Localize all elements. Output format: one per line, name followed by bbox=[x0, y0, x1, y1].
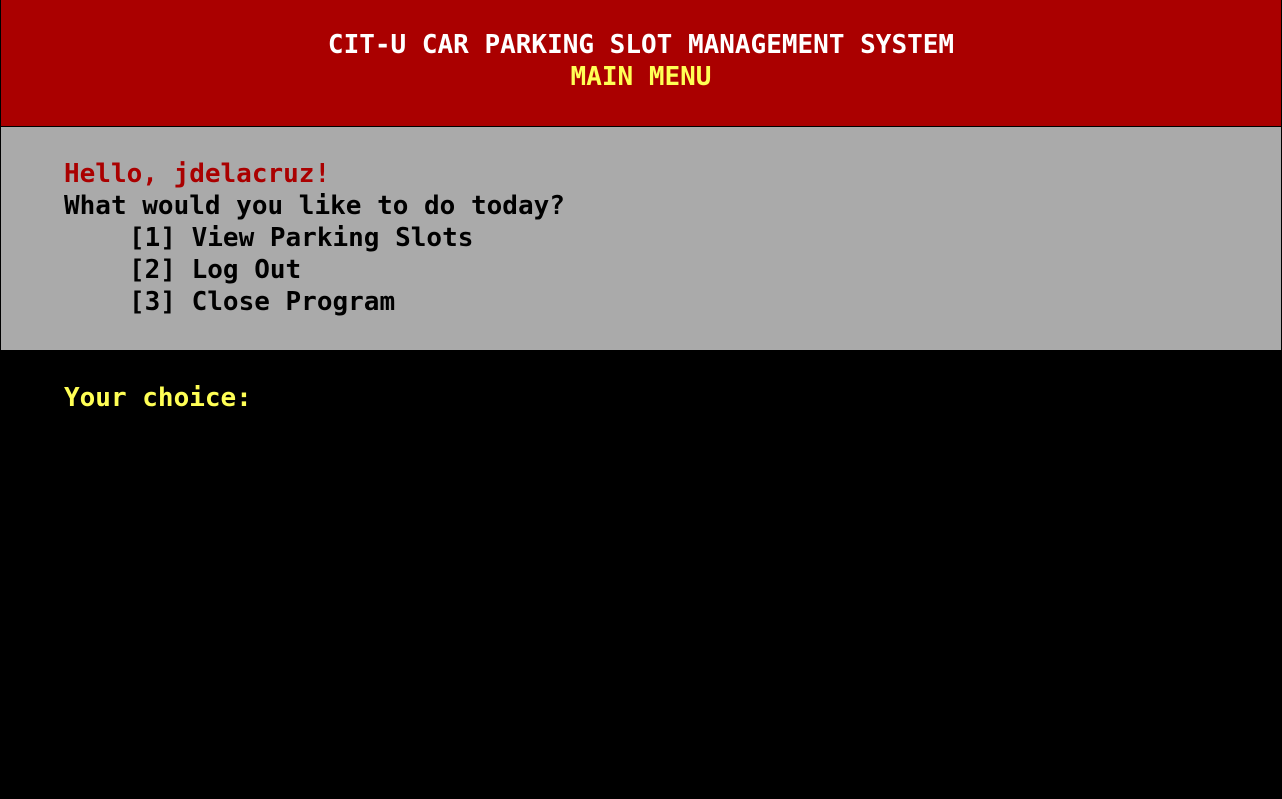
choice-input[interactable] bbox=[271, 382, 571, 414]
choice-prompt: Your choice: bbox=[64, 383, 252, 413]
greeting-text: Hello, jdelacruz! bbox=[64, 159, 331, 189]
menu-option-view-parking-slots[interactable]: [1] View Parking Slots bbox=[129, 222, 473, 254]
menu-title: MAIN MENU bbox=[570, 62, 712, 92]
app-title: CIT-U CAR PARKING SLOT MANAGEMENT SYSTEM bbox=[327, 30, 955, 60]
menu-question: What would you like to do today? bbox=[64, 191, 565, 221]
menu-option-log-out[interactable]: [2] Log Out bbox=[129, 254, 301, 286]
menu-option-close-program[interactable]: [3] Close Program bbox=[129, 286, 395, 318]
menu-panel: Hello, jdelacruz! What would you like to… bbox=[1, 127, 1281, 350]
header-banner: CIT-U CAR PARKING SLOT MANAGEMENT SYSTEM… bbox=[1, 0, 1281, 126]
console-input-area: Your choice: bbox=[1, 351, 1281, 797]
console-window: CIT-U CAR PARKING SLOT MANAGEMENT SYSTEM… bbox=[0, 0, 1282, 799]
